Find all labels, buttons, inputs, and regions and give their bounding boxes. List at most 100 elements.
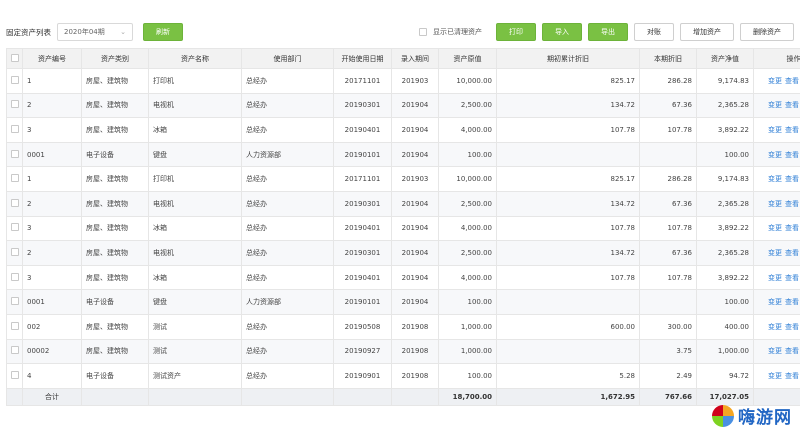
asset-code-link[interactable]: 2	[22, 92, 82, 119]
change-link[interactable]: 变更	[768, 298, 782, 306]
row-checkbox[interactable]	[11, 346, 19, 355]
change-link[interactable]: 变更	[768, 151, 782, 159]
row-select-cell[interactable]	[6, 240, 23, 266]
change-link[interactable]: 变更	[768, 224, 782, 232]
row-select-cell[interactable]	[6, 289, 23, 315]
view-link[interactable]: 查看	[785, 347, 799, 355]
view-link[interactable]: 查看	[785, 77, 799, 85]
asset-current-depreciation: 107.78	[639, 117, 697, 143]
asset-category: 电子设备	[81, 289, 149, 315]
view-link[interactable]: 查看	[785, 200, 799, 208]
asset-code-link[interactable]: 3	[22, 215, 82, 242]
row-select-cell[interactable]	[6, 166, 23, 192]
row-checkbox[interactable]	[11, 223, 19, 232]
change-link[interactable]: 变更	[768, 101, 782, 109]
row-checkbox[interactable]	[11, 198, 19, 207]
total-empty-cell	[81, 387, 149, 406]
asset-code-link[interactable]: 1	[22, 68, 82, 94]
asset-code-link[interactable]: 0001	[22, 289, 82, 315]
reconcile-button[interactable]: 对账	[634, 23, 674, 41]
asset-name: 键盘	[148, 289, 242, 315]
row-checkbox[interactable]	[11, 100, 19, 109]
view-link[interactable]: 查看	[785, 224, 799, 232]
show-cleared-checkbox[interactable]	[419, 28, 427, 36]
view-link[interactable]: 查看	[785, 298, 799, 306]
change-link[interactable]: 变更	[768, 323, 782, 331]
row-checkbox[interactable]	[11, 370, 19, 379]
row-select-cell[interactable]	[6, 363, 23, 389]
add-asset-button[interactable]: 增加资产	[680, 23, 734, 41]
asset-category: 电子设备	[81, 363, 149, 389]
row-checkbox[interactable]	[11, 247, 19, 256]
row-checkbox[interactable]	[11, 297, 19, 306]
header-actions: 操作	[753, 48, 800, 69]
asset-original-value: 2,500.00	[438, 240, 497, 266]
asset-entry-period: 201904	[391, 92, 439, 119]
asset-code-link[interactable]: 002	[22, 313, 82, 340]
asset-code-link[interactable]: 1	[22, 166, 82, 192]
asset-code-link[interactable]: 4	[22, 363, 82, 389]
row-checkbox[interactable]	[11, 124, 19, 133]
asset-original-value: 100.00	[438, 141, 497, 168]
import-button[interactable]: 导入	[542, 23, 582, 41]
row-select-cell[interactable]	[6, 141, 23, 168]
refresh-button[interactable]: 刷新	[143, 23, 183, 41]
asset-original-value: 100.00	[438, 363, 497, 389]
asset-start-date: 20171101	[333, 166, 392, 192]
change-link[interactable]: 变更	[768, 249, 782, 257]
view-link[interactable]: 查看	[785, 249, 799, 257]
export-button[interactable]: 导出	[588, 23, 628, 41]
select-all-checkbox[interactable]	[11, 53, 19, 62]
asset-code-link[interactable]: 3	[22, 264, 82, 291]
print-button[interactable]: 打印	[496, 23, 536, 41]
row-select-cell[interactable]	[6, 264, 23, 291]
asset-code-link[interactable]: 0001	[22, 141, 82, 168]
row-select-cell[interactable]	[6, 68, 23, 94]
delete-asset-button[interactable]: 删除资产	[740, 23, 794, 41]
view-link[interactable]: 查看	[785, 175, 799, 183]
change-link[interactable]: 变更	[768, 274, 782, 282]
view-link[interactable]: 查看	[785, 126, 799, 134]
row-select-cell[interactable]	[6, 313, 23, 340]
row-actions: 变更查看编辑	[753, 313, 800, 340]
row-select-cell[interactable]	[6, 338, 23, 365]
row-select-cell[interactable]	[6, 92, 23, 119]
asset-dept: 总经办	[241, 166, 334, 192]
asset-start-date: 20190101	[333, 141, 392, 168]
change-link[interactable]: 变更	[768, 175, 782, 183]
row-select-cell[interactable]	[6, 117, 23, 143]
row-checkbox[interactable]	[11, 149, 19, 158]
row-actions: 变更查看编辑	[753, 215, 800, 242]
asset-code-link[interactable]: 2	[22, 190, 82, 217]
change-link[interactable]: 变更	[768, 200, 782, 208]
asset-category: 房屋、建筑物	[81, 240, 149, 266]
row-select-cell[interactable]	[6, 190, 23, 217]
asset-code-link[interactable]: 00002	[22, 338, 82, 365]
asset-code-link[interactable]: 3	[22, 117, 82, 143]
asset-code-link[interactable]: 2	[22, 240, 82, 266]
asset-accum-depreciation	[496, 338, 640, 365]
select-all-cell[interactable]	[6, 48, 23, 69]
view-link[interactable]: 查看	[785, 151, 799, 159]
period-select[interactable]: 2020年04期 ⌄	[57, 23, 133, 41]
row-select-cell[interactable]	[6, 215, 23, 242]
change-link[interactable]: 变更	[768, 77, 782, 85]
row-checkbox[interactable]	[11, 174, 19, 183]
show-cleared-toggle[interactable]: 显示已清理资产	[419, 27, 482, 37]
view-link[interactable]: 查看	[785, 274, 799, 282]
asset-start-date: 20190301	[333, 92, 392, 119]
change-link[interactable]: 变更	[768, 372, 782, 380]
row-checkbox[interactable]	[11, 75, 19, 84]
row-checkbox[interactable]	[11, 272, 19, 281]
view-link[interactable]: 查看	[785, 323, 799, 331]
view-link[interactable]: 查看	[785, 101, 799, 109]
change-link[interactable]: 变更	[768, 126, 782, 134]
asset-name: 测试	[148, 313, 242, 340]
asset-accum-depreciation	[496, 141, 640, 168]
row-checkbox[interactable]	[11, 321, 19, 330]
view-link[interactable]: 查看	[785, 372, 799, 380]
table-row: 3 房屋、建筑物 冰箱 总经办 20190401 201904 4,000.00 107.78…	[6, 117, 800, 143]
asset-category: 房屋、建筑物	[81, 92, 149, 119]
change-link[interactable]: 变更	[768, 347, 782, 355]
row-actions: 变更查看编辑	[753, 190, 800, 217]
